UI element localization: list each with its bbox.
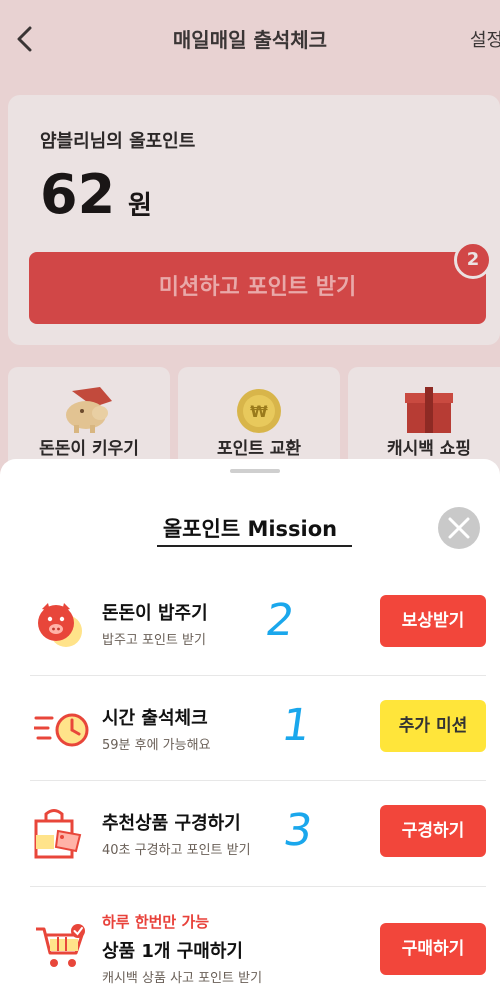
giftbox-icon — [405, 387, 453, 433]
close-icon — [448, 517, 470, 539]
mission-subtitle: 40초 구경하고 포인트 받기 — [102, 843, 251, 858]
row-divider — [30, 675, 486, 676]
mission-count-badge: 2 — [454, 241, 492, 279]
handwritten-note: 2 — [262, 595, 298, 646]
shopping-bag-icon — [34, 809, 82, 859]
page-title: 매일매일 출석체크 — [172, 28, 328, 52]
mission-title: 상품 1개 구매하기 — [102, 941, 243, 962]
points-card: 얌블리님의 올포인트 62 원 미션하고 포인트 받기 2 — [8, 95, 500, 345]
mission-row-purchase: 하루 한번만 가능 상품 1개 구매하기 캐시백 상품 사고 포인트 받기 구매… — [30, 909, 486, 1003]
points-unit: 원 — [128, 191, 152, 221]
points-label: 얌블리님의 올포인트 — [40, 131, 196, 152]
mission-title: 시간 출석체크 — [102, 708, 208, 729]
top-bar: 매일매일 출석체크 설정 — [0, 0, 500, 80]
close-button[interactable] — [438, 507, 480, 549]
mission-button[interactable]: 미션하고 포인트 받기 — [29, 252, 486, 324]
handwritten-note: 3 — [280, 805, 316, 856]
handwritten-note: 1 — [278, 700, 314, 751]
mission-sheet: 올포인트 Mission 돈돈이 밥주기 밥주고 포인트 받기 2 보상받기 시… — [0, 459, 500, 1003]
mission-subtitle: 캐시백 상품 사고 포인트 받기 — [102, 971, 263, 986]
mission-row-feed-pig: 돈돈이 밥주기 밥주고 포인트 받기 2 보상받기 — [30, 595, 486, 675]
browse-button[interactable]: 구경하기 — [380, 805, 486, 857]
extra-mission-button[interactable]: 추가 미션 — [380, 700, 486, 752]
sheet-title: 올포인트 Mission — [162, 517, 338, 541]
row-divider — [30, 780, 486, 781]
tile-label: 포인트 교환 — [216, 439, 302, 459]
coin-icon: ₩ — [237, 389, 281, 433]
mission-limit-note: 하루 한번만 가능 — [102, 913, 210, 931]
mission-row-browse-products: 추천상품 구경하기 40초 구경하고 포인트 받기 3 구경하기 — [30, 805, 486, 885]
clock-icon — [34, 713, 89, 747]
sheet-drag-handle[interactable] — [230, 469, 280, 473]
title-underline — [157, 545, 352, 547]
pig-face-icon — [38, 603, 82, 647]
purchase-button[interactable]: 구매하기 — [380, 923, 486, 975]
mission-row-hourly-checkin: 시간 출석체크 59분 후에 가능해요 1 추가 미션 — [30, 700, 486, 780]
row-divider — [30, 886, 486, 887]
cart-icon — [36, 924, 85, 967]
claim-reward-button[interactable]: 보상받기 — [380, 595, 486, 647]
mission-subtitle: 59분 후에 가능해요 — [102, 738, 211, 753]
svg-text:₩: ₩ — [250, 402, 268, 421]
mission-subtitle: 밥주고 포인트 받기 — [102, 633, 206, 648]
piggy-icon — [66, 387, 112, 433]
tile-label: 돈돈이 키우기 — [39, 439, 139, 459]
mission-title: 돈돈이 밥주기 — [102, 603, 208, 624]
mission-title: 추천상품 구경하기 — [102, 813, 241, 834]
settings-link[interactable]: 설정 — [470, 26, 500, 52]
points-amount: 62 — [40, 163, 116, 226]
tile-label: 캐시백 쇼핑 — [386, 439, 472, 459]
